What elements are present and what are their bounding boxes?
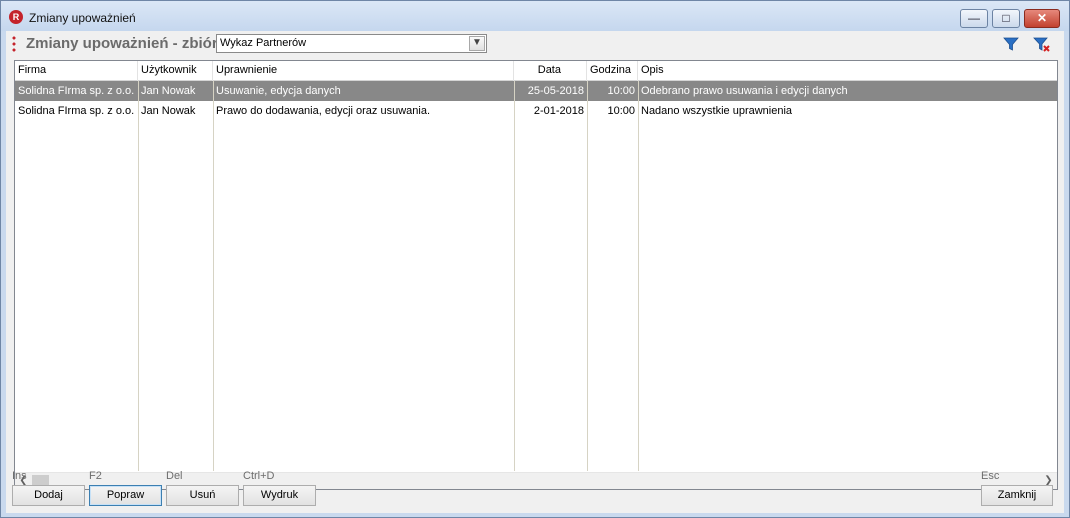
- cell-opis: Odebrano prawo usuwania i edycji danych: [641, 85, 848, 97]
- column-header-firma[interactable]: Firma: [15, 61, 138, 81]
- add-button[interactable]: Dodaj: [12, 485, 85, 506]
- toolbar-grip-icon[interactable]: [12, 35, 16, 53]
- column-divider: [213, 81, 214, 471]
- clear-filter-icon[interactable]: [1033, 35, 1051, 53]
- window-title: Zmiany upoważnień: [29, 11, 136, 25]
- column-divider: [138, 81, 139, 471]
- column-divider: [638, 81, 639, 471]
- section-label: Zmiany upoważnień - zbiór: [26, 35, 218, 52]
- column-header-uprawnienie[interactable]: Uprawnienie: [213, 61, 514, 81]
- cell-godzina: 10:00: [607, 105, 635, 117]
- changes-table[interactable]: Firma Użytkownik Uprawnienie Data Godzin…: [14, 60, 1058, 490]
- cell-godzina: 10:00: [607, 85, 635, 97]
- cell-uzytkownik: Jan Nowak: [141, 105, 196, 117]
- close-button[interactable]: Zamknij: [981, 485, 1053, 506]
- edit-button[interactable]: Popraw: [89, 485, 162, 506]
- hotkey-label-delete: Del: [166, 470, 183, 482]
- client-area: Zmiany upoważnień - zbiór Wykaz Partneró…: [6, 31, 1064, 513]
- cell-firma: Solidna FIrma sp. z o.o.: [18, 105, 135, 117]
- table-row[interactable]: Solidna FIrma sp. z o.o. Jan Nowak Usuwa…: [15, 81, 1057, 101]
- column-header-uzytkownik[interactable]: Użytkownik: [138, 61, 213, 81]
- cell-uzytkownik: Jan Nowak: [141, 85, 196, 97]
- filter-icon[interactable]: [1002, 35, 1020, 53]
- table-header: Firma Użytkownik Uprawnienie Data Godzin…: [15, 61, 1057, 81]
- hotkey-label-print: Ctrl+D: [243, 470, 275, 482]
- cell-data: 2-01-2018: [533, 105, 584, 117]
- hotkey-label-add: Ins: [12, 470, 27, 482]
- column-divider: [587, 81, 588, 471]
- cell-data: 25-05-2018: [527, 85, 584, 97]
- hotkey-label-edit: F2: [89, 470, 102, 482]
- cell-firma: Solidna FIrma sp. z o.o.: [18, 85, 135, 97]
- combo-value: Wykaz Partnerów: [220, 37, 307, 49]
- cell-opis: Nadano wszystkie uprawnienia: [641, 105, 793, 117]
- chevron-down-icon[interactable]: ▼: [469, 36, 485, 51]
- cell-uprawnienie: Prawo do dodawania, edycji oraz usuwania…: [216, 105, 431, 117]
- print-button[interactable]: Wydruk: [243, 485, 316, 506]
- delete-button[interactable]: Usuń: [166, 485, 239, 506]
- hotkey-label-close: Esc: [981, 470, 1000, 482]
- app-logo-icon: R: [9, 10, 23, 24]
- title-bar[interactable]: R Zmiany upoważnień — □ ✕: [1, 1, 1069, 31]
- minimize-button[interactable]: —: [960, 9, 988, 28]
- toolbar: Zmiany upoważnień - zbiór Wykaz Partneró…: [6, 31, 1064, 58]
- column-divider: [514, 81, 515, 471]
- column-header-opis[interactable]: Opis: [638, 61, 1057, 81]
- table-row[interactable]: Solidna FIrma sp. z o.o. Jan Nowak Prawo…: [15, 101, 1057, 121]
- window: R Zmiany upoważnień — □ ✕ Zmiany upoważn…: [0, 0, 1070, 518]
- collection-combo[interactable]: Wykaz Partnerów ▼: [216, 34, 487, 53]
- column-header-data[interactable]: Data: [514, 61, 587, 81]
- close-window-button[interactable]: ✕: [1024, 9, 1060, 28]
- maximize-button[interactable]: □: [992, 9, 1020, 28]
- column-header-godzina[interactable]: Godzina: [587, 61, 638, 81]
- cell-uprawnienie: Usuwanie, edycja danych: [216, 85, 341, 97]
